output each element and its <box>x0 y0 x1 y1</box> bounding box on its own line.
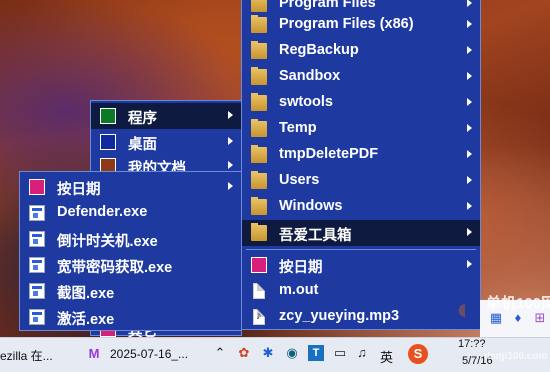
chevron-up-icon[interactable]: ⌃ <box>212 345 228 361</box>
menu-item-mp3[interactable]: zcy_yueying.mp3 <box>242 304 480 330</box>
submenu-arrow-icon <box>467 0 472 7</box>
menu-item-activate[interactable]: 激活.exe <box>20 304 241 330</box>
color-app-icon[interactable]: ✿ <box>236 345 252 361</box>
folder-icon <box>251 145 267 163</box>
folder-icon <box>251 15 267 33</box>
menu-item-temp[interactable]: Temp <box>242 116 480 142</box>
menu-item-tmpdeletepdf[interactable]: tmpDeletePDF <box>242 142 480 168</box>
by-date-icon <box>251 257 267 273</box>
submenu-arrow-icon <box>467 260 472 268</box>
menu-item-52pojie-toolbox[interactable]: 吾爱工具箱 <box>242 220 480 246</box>
submenu-arrow-icon <box>228 137 233 145</box>
t-app-icon[interactable]: T <box>308 345 324 361</box>
submenu-arrow-icon <box>228 111 233 119</box>
submenu-arrow-icon <box>467 72 472 80</box>
ime-indicator[interactable]: 英 <box>380 347 393 366</box>
programs-submenu: Program Files Program Files (x86) RegBac… <box>241 0 481 330</box>
folder-icon <box>251 119 267 137</box>
folder-icon <box>251 67 267 85</box>
desktop-icon <box>100 134 116 150</box>
network-icon[interactable]: ▭ <box>332 345 348 361</box>
submenu-arrow-icon <box>228 161 233 169</box>
menu-item-by-date[interactable]: 按日期 <box>242 252 480 278</box>
exe-icon <box>29 283 45 299</box>
taskbar-window-button[interactable]: ezilla 在... <box>0 347 53 364</box>
submenu-arrow-icon <box>228 182 233 190</box>
audio-file-icon <box>253 309 265 325</box>
menu-item-m-out[interactable]: m.out <box>242 278 480 304</box>
sogou-icon[interactable]: S <box>408 344 428 364</box>
taskbar: ezilla 在... M 2025-07-16_... ⌃ ✿ ✱ ◉ T ▭… <box>0 337 550 372</box>
submenu-arrow-icon <box>467 202 472 210</box>
taskbar-window-button[interactable]: 2025-07-16_... <box>110 347 188 361</box>
menu-item-desktop[interactable]: 桌面 <box>91 129 241 155</box>
menu-item-sandbox[interactable]: Sandbox <box>242 64 480 90</box>
menu-item-program-files-x86[interactable]: Program Files (x86) <box>242 12 480 38</box>
exe-icon <box>29 231 45 247</box>
folder-icon <box>251 93 267 111</box>
exe-icon <box>29 257 45 273</box>
submenu-arrow-icon <box>467 176 472 184</box>
menu-item-regbackup[interactable]: RegBackup <box>242 38 480 64</box>
menu-item-users[interactable]: Users <box>242 168 480 194</box>
folder-icon <box>251 171 267 189</box>
menu-item-countdown-shutdown[interactable]: 倒计时关机.exe <box>20 226 241 252</box>
submenu-arrow-icon <box>467 46 472 54</box>
watermark-text: 单机100网 <box>486 295 550 312</box>
folder-icon <box>251 223 267 241</box>
exe-icon <box>29 205 45 221</box>
watermark-logo: ◐ <box>456 293 475 326</box>
menu-item-swtools[interactable]: swtools <box>242 90 480 116</box>
menu-item-by-date[interactable]: 按日期 <box>20 174 241 200</box>
exe-icon <box>29 309 45 325</box>
programs-icon <box>100 108 116 124</box>
menu-item-screenshot[interactable]: 截图.exe <box>20 278 241 304</box>
menu-item-programs[interactable]: 程序 <box>91 103 241 129</box>
folder-icon <box>251 0 267 12</box>
submenu-arrow-icon <box>467 228 472 236</box>
toolbox-submenu: 按日期 Defender.exe 倒计时关机.exe 宽带密码获取.exe 截图… <box>19 171 242 331</box>
folder-icon <box>251 41 267 59</box>
volume-icon[interactable]: ♫ <box>354 345 370 361</box>
bluetooth-icon[interactable]: ✱ <box>260 345 276 361</box>
submenu-arrow-icon <box>467 124 472 132</box>
app-icon[interactable]: M <box>86 346 102 362</box>
menu-separator <box>246 249 476 250</box>
eye-icon[interactable]: ◉ <box>284 345 300 361</box>
menu-item-defender[interactable]: Defender.exe <box>20 200 241 226</box>
submenu-arrow-icon <box>467 98 472 106</box>
submenu-arrow-icon <box>467 20 472 28</box>
watermark-url: danji100.com <box>484 351 548 362</box>
clock-time[interactable]: 17:?? <box>458 338 486 350</box>
menu-item-broadband-password[interactable]: 宽带密码获取.exe <box>20 252 241 278</box>
menu-item-windows[interactable]: Windows <box>242 194 480 220</box>
file-icon <box>253 283 265 299</box>
by-date-icon <box>29 179 45 195</box>
submenu-arrow-icon <box>467 150 472 158</box>
folder-icon <box>251 197 267 215</box>
